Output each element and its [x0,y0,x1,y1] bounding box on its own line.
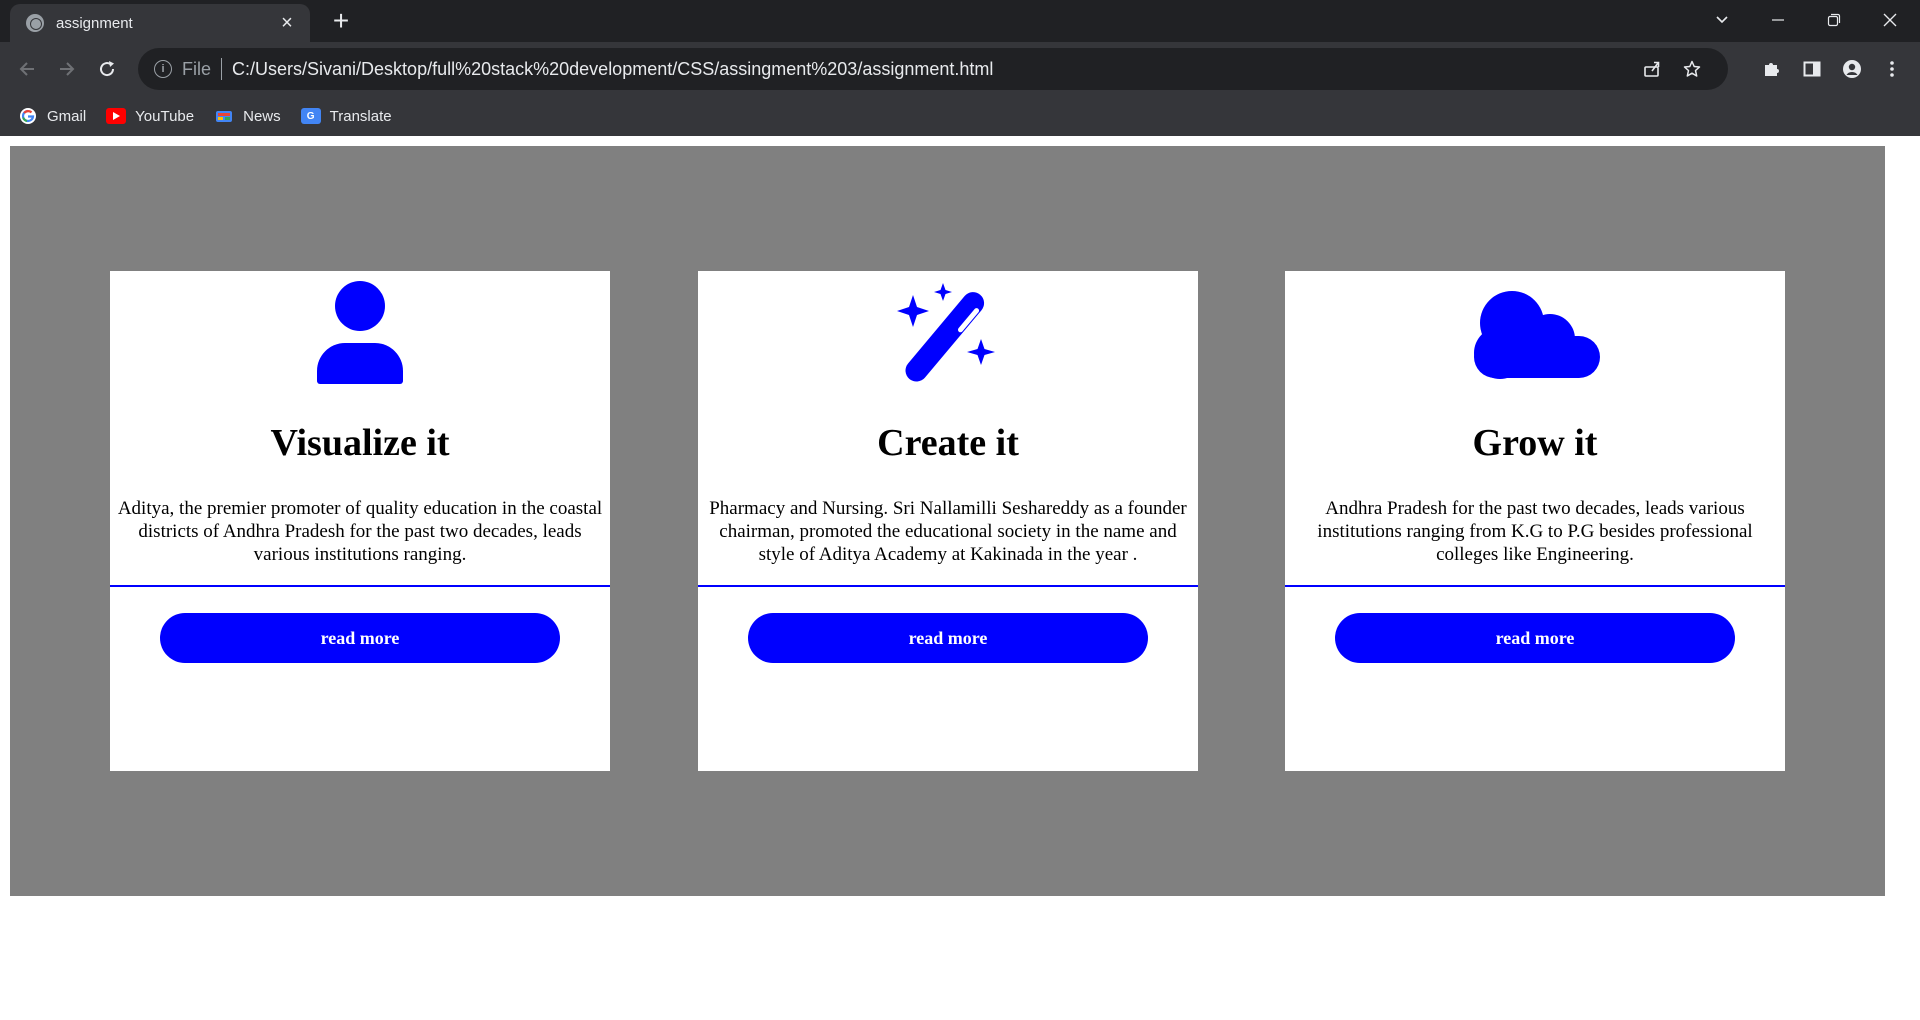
bookmark-star-icon[interactable] [1672,60,1712,78]
browser-tab[interactable]: assignment × [10,4,310,42]
read-more-button[interactable]: read more [160,613,560,663]
card-text: Aditya, the premier promoter of quality … [117,498,603,565]
youtube-icon [106,108,127,124]
close-window-icon[interactable] [1862,0,1918,40]
card-divider [698,585,1198,587]
browser-toolbar: i File C:/Users/Sivani/Desktop/full%20st… [0,42,1920,96]
magic-wand-icon [698,281,1198,391]
url-scheme: File [182,58,212,79]
bookmarks-bar: Gmail YouTube News G Translate [0,96,1920,136]
reload-icon[interactable] [91,53,123,85]
card-visualize: Visualize it Aditya, the premier promote… [110,271,610,771]
tab-close-icon[interactable]: × [276,12,298,34]
read-more-button[interactable]: read more [748,613,1148,663]
read-more-button[interactable]: read more [1335,613,1735,663]
new-tab-button[interactable]: + [326,6,356,36]
card-grow: Grow it Andhra Pradesh for the past two … [1285,271,1785,771]
news-icon [214,108,234,124]
card-title: Visualize it [270,422,450,464]
site-info-icon[interactable]: i [154,60,172,78]
translate-icon: G [300,108,321,124]
back-icon[interactable] [11,53,43,85]
tab-title: assignment [56,14,133,32]
card-title: Create it [877,422,1019,464]
tab-search-icon[interactable] [1694,0,1750,40]
address-bar[interactable]: i File C:/Users/Sivani/Desktop/full%20st… [138,48,1728,90]
cloud-icon [1285,281,1785,391]
bookmark-label: Translate [329,107,392,125]
bookmark-gmail[interactable]: Gmail [18,108,86,125]
bookmark-news[interactable]: News [214,108,281,125]
google-icon [18,108,38,124]
card-title: Grow it [1472,422,1598,464]
minimize-icon[interactable] [1750,0,1806,40]
cards-section: Visualize it Aditya, the premier promote… [10,146,1885,896]
bookmark-translate[interactable]: G Translate [300,107,392,125]
restore-icon[interactable] [1806,0,1862,40]
menu-dots-icon[interactable] [1876,53,1908,85]
card-divider [110,585,610,587]
url-separator [221,58,223,80]
url-text[interactable]: C:/Users/Sivani/Desktop/full%20stack%20d… [232,59,1632,80]
card-create: Create it Pharmacy and Nursing. Sri Nall… [698,271,1198,771]
bookmark-youtube[interactable]: YouTube [106,108,194,125]
bookmark-label: News [243,107,281,125]
card-divider [1285,585,1785,587]
tab-strip: assignment × + [0,0,1920,42]
bookmark-label: YouTube [135,107,195,125]
page-viewport: Visualize it Aditya, the premier promote… [0,136,1920,1020]
extensions-icon[interactable] [1756,53,1788,85]
card-text: Andhra Pradesh for the past two decades,… [1317,498,1753,565]
forward-icon[interactable] [51,53,83,85]
side-panel-icon[interactable] [1796,53,1828,85]
profile-icon[interactable] [1836,53,1868,85]
share-icon[interactable] [1632,60,1672,78]
card-text: Pharmacy and Nursing. Sri Nallamilli Ses… [709,498,1187,565]
bookmark-label: Gmail [47,107,87,125]
user-icon [110,281,610,391]
globe-icon [26,14,44,32]
